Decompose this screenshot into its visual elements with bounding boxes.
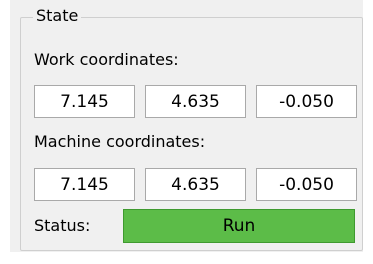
work-x-field[interactable]: 7.145 bbox=[34, 85, 135, 118]
status-label: Status: bbox=[34, 216, 91, 235]
machine-x-field[interactable]: 7.145 bbox=[34, 168, 135, 201]
work-y-field[interactable]: 4.635 bbox=[145, 85, 246, 118]
work-coordinates-label: Work coordinates: bbox=[34, 50, 179, 69]
machine-z-field[interactable]: -0.050 bbox=[256, 168, 357, 201]
machine-coordinates-label: Machine coordinates: bbox=[34, 132, 206, 151]
state-group-title: State bbox=[33, 6, 82, 26]
machine-y-field[interactable]: 4.635 bbox=[145, 168, 246, 201]
state-panel-root: State Work coordinates: 7.145 4.635 -0.0… bbox=[0, 0, 373, 264]
status-indicator: Run bbox=[123, 209, 355, 243]
work-z-field[interactable]: -0.050 bbox=[256, 85, 357, 118]
